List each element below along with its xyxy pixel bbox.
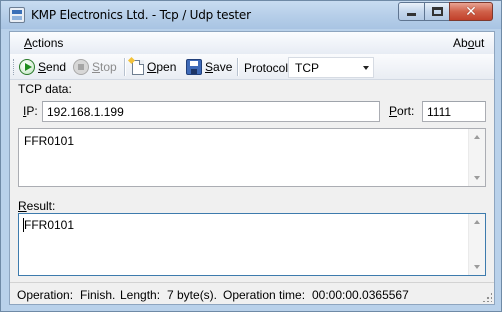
minimize-button[interactable] [398, 2, 425, 21]
menu-about-pre: Ab [453, 36, 468, 50]
window-title: KMP Electronics Ltd. - Tcp / Udp tester [31, 8, 251, 22]
result-label-mnemonic: R [18, 199, 27, 213]
close-icon: ✕ [465, 3, 477, 20]
scroll-up-icon[interactable] [474, 135, 480, 139]
toolbar: Send Stop Open Save Protocol: TCP [10, 54, 494, 80]
ip-input[interactable]: 192.168.1.199 [42, 101, 380, 122]
stop-label: top [100, 60, 117, 74]
menu-actions[interactable]: Actions [24, 36, 63, 50]
protocol-value: TCP [295, 61, 319, 75]
port-label: Port: [389, 104, 414, 118]
app-window: KMP Electronics Ltd. - Tcp / Udp tester … [0, 0, 502, 312]
toolbar-separator [237, 58, 238, 76]
ip-label: IP: [23, 104, 38, 118]
protocol-label: Protocol: [244, 61, 292, 75]
result-textarea[interactable]: FFR0101 [18, 213, 486, 276]
open-label: pen [156, 60, 177, 74]
minimize-icon [407, 13, 416, 16]
menu-about-post: ut [474, 36, 485, 50]
save-label: ave [213, 60, 233, 74]
open-mnemonic: O [147, 60, 157, 74]
port-value: 1111 [427, 105, 452, 119]
menu-actions-mnemonic: A [24, 36, 33, 50]
client-area: Actions About Send Stop Open Save Protoc… [9, 31, 495, 305]
tcp-data-label: TCP data: [18, 82, 72, 96]
status-length-label: Length: [120, 288, 161, 302]
protocol-select[interactable]: TCP [288, 57, 374, 78]
save-button[interactable]: Save [186, 57, 232, 77]
ip-label-text: P: [26, 104, 38, 118]
save-mnemonic: S [205, 60, 214, 74]
status-time-value: 00:00:00.0365567 [312, 288, 409, 302]
ip-value: 192.168.1.199 [47, 105, 124, 119]
play-icon [19, 59, 35, 75]
menu-bar: Actions About [10, 32, 494, 54]
port-input[interactable]: 1111 [422, 101, 486, 122]
menu-about[interactable]: About [453, 36, 484, 50]
status-length-value: 7 byte(s). [167, 288, 218, 302]
result-scrollbar[interactable] [468, 214, 485, 275]
scroll-down-icon[interactable] [474, 265, 480, 269]
port-label-text: ort: [397, 104, 415, 118]
stop-button[interactable]: Stop [73, 57, 117, 77]
status-operation-value: Finish. [80, 288, 116, 302]
close-button[interactable]: ✕ [449, 2, 493, 21]
send-mnemonic: S [38, 60, 47, 74]
maximize-icon [431, 7, 443, 16]
scroll-down-icon[interactable] [474, 176, 480, 180]
status-time-label: Operation time: [223, 288, 306, 302]
chevron-down-icon [363, 66, 369, 70]
toolbar-separator [124, 58, 125, 76]
send-button[interactable]: Send [19, 57, 66, 77]
result-label: Result: [18, 199, 55, 213]
status-operation-label: Operation: [17, 288, 74, 302]
resize-grip-icon[interactable] [482, 292, 492, 302]
send-data-value: FFR0101 [24, 134, 75, 148]
open-button[interactable]: Open [130, 57, 176, 77]
maximize-button[interactable] [424, 2, 450, 21]
result-value: FFR0101 [24, 218, 75, 232]
app-icon[interactable] [9, 7, 25, 23]
port-label-mnemonic: P [389, 104, 398, 118]
send-data-scrollbar[interactable] [468, 129, 485, 186]
stop-icon [73, 59, 89, 75]
stop-mnemonic: S [92, 60, 101, 74]
status-bar: Operation: Finish. Length: 7 byte(s). Op… [10, 282, 494, 304]
open-file-icon [132, 59, 144, 75]
title-bar[interactable]: KMP Electronics Ltd. - Tcp / Udp tester … [1, 1, 501, 29]
menu-actions-label: ctions [32, 36, 64, 50]
toolbar-grip[interactable] [13, 59, 15, 75]
send-data-textarea[interactable]: FFR0101 [18, 128, 486, 187]
send-label: end [46, 60, 67, 74]
floppy-disk-icon [186, 59, 202, 75]
result-label-text: esult: [26, 199, 56, 213]
scroll-up-icon[interactable] [474, 220, 480, 224]
